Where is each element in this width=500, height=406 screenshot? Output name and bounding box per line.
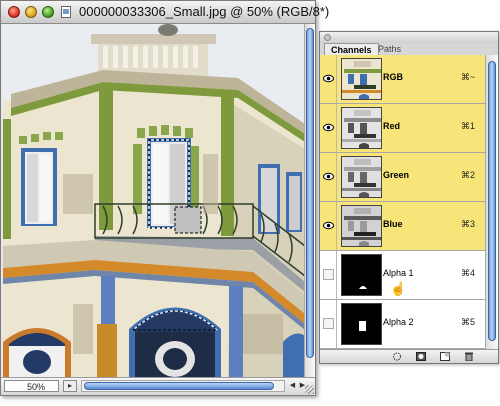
eye-icon [323,221,334,230]
channel-shortcut: ⌘3 [461,219,476,229]
channel-name: Alpha 2 [383,317,414,327]
channel-thumbnail [341,107,382,149]
resize-grip-icon[interactable] [305,385,314,394]
channel-shortcut: ⌘1 [461,121,476,131]
palette-tabs: Channels Paths ▸ [320,43,498,64]
channel-name: Red [383,121,401,131]
vertical-scrollbar[interactable] [304,24,315,379]
palette-scrollbar[interactable] [485,55,498,351]
new-channel-icon[interactable] [440,352,450,361]
load-selection-icon[interactable] [392,352,402,361]
hand-cursor-icon: ☝ [390,281,407,296]
eye-icon [323,74,334,83]
channel-row-rgb[interactable]: RGB ⌘~ [320,55,485,104]
tab-paths[interactable]: Paths [372,43,407,55]
visibility-toggle[interactable] [320,104,337,152]
document-window: 000000033306_Small.jpg @ 50% (RGB/8*) 50… [0,0,329,396]
channel-thumbnail [341,254,382,296]
channel-row-alpha-1[interactable]: Alpha 1 ⌘4 ☝ [320,251,485,300]
channel-row-blue[interactable]: Blue ⌘3 [320,202,485,251]
channel-shortcut: ⌘5 [461,317,476,327]
visibility-toggle[interactable] [320,251,337,299]
image-canvas[interactable] [3,24,305,379]
window-title: 000000033306_Small.jpg @ 50% (RGB/8*) [79,4,330,19]
channel-name: Alpha 1 [383,268,414,278]
tab-channels[interactable]: Channels [324,43,379,55]
hidden-visibility-box[interactable] [323,269,334,280]
eye-icon [323,123,334,132]
hidden-visibility-box[interactable] [323,318,334,329]
visibility-toggle[interactable] [320,202,337,250]
palette-scroll-thumb[interactable] [488,61,496,341]
horizontal-scroll-thumb[interactable] [84,382,274,390]
vertical-scroll-thumb[interactable] [306,28,314,358]
visibility-toggle[interactable] [320,153,337,201]
document-proxy-icon[interactable] [61,6,71,18]
palette-footer [320,349,498,363]
channel-name: RGB [383,72,403,82]
channels-palette: Channels Paths ▸ RGB ⌘~ Red ⌘1 [319,31,499,364]
channel-shortcut: ⌘4 [461,268,476,278]
channel-list: RGB ⌘~ Red ⌘1 Green ⌘2 Blue ⌘3 Alpha 1 ⌘… [320,55,485,351]
channel-shortcut: ⌘~ [461,72,476,82]
eye-icon [323,172,334,181]
zoom-level-field[interactable]: 50% [4,380,59,392]
channel-name: Blue [383,219,403,229]
channel-thumbnail [341,58,382,100]
status-bar: 50% ▸ ◀ ▶ [1,377,315,395]
zoom-window-icon[interactable] [42,6,54,18]
channel-shortcut: ⌘2 [461,170,476,180]
palette-close-icon[interactable] [324,34,331,41]
building-photo [3,24,305,379]
channel-row-red[interactable]: Red ⌘1 [320,104,485,153]
channel-name: Green [383,170,410,180]
visibility-toggle[interactable] [320,55,337,103]
channel-row-alpha-2[interactable]: Alpha 2 ⌘5 [320,300,485,349]
trash-icon[interactable] [464,352,474,361]
channel-thumbnail [341,303,382,345]
minimize-window-icon[interactable] [25,6,37,18]
channel-thumbnail [341,205,382,247]
save-selection-icon[interactable] [416,352,426,361]
visibility-toggle[interactable] [320,300,337,348]
close-window-icon[interactable] [8,6,20,18]
channel-row-green[interactable]: Green ⌘2 [320,153,485,202]
horizontal-scrollbar[interactable] [81,380,285,392]
channel-thumbnail [341,156,382,198]
title-bar[interactable]: 000000033306_Small.jpg @ 50% (RGB/8*) [1,1,329,24]
status-menu-icon[interactable]: ▸ [63,380,77,392]
